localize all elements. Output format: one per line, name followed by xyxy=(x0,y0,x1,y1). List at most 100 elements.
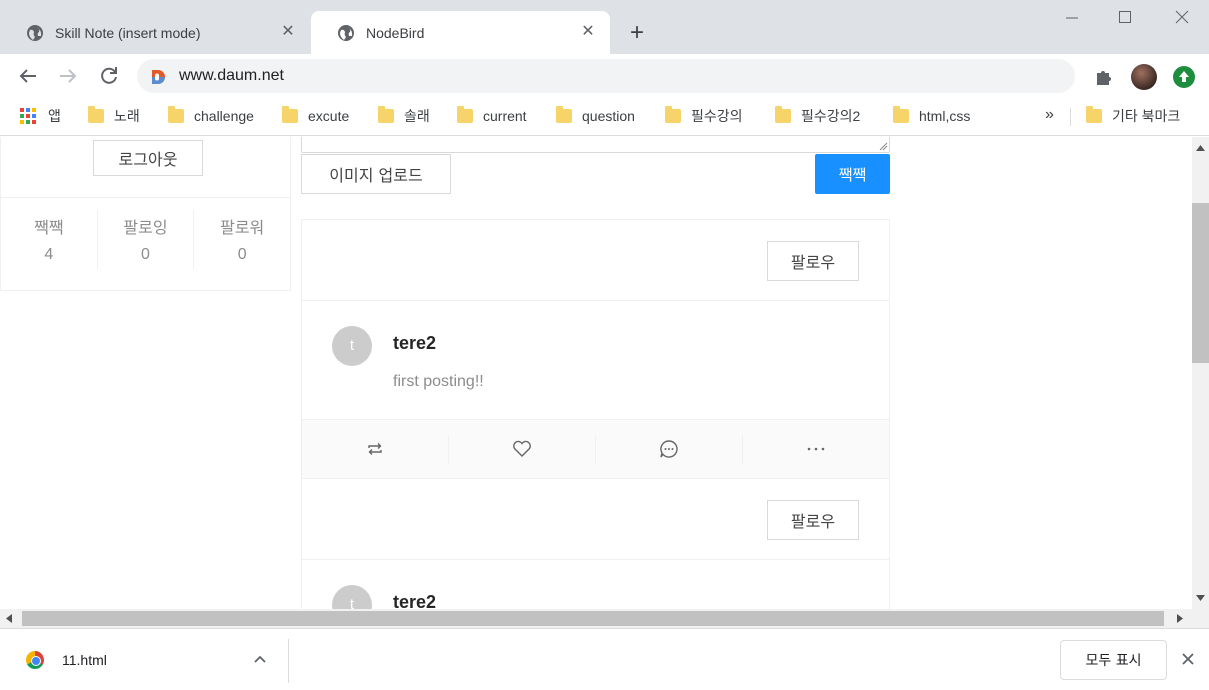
bookmark-label: 기타 북마크 xyxy=(1112,108,1181,124)
bookmark-label: question xyxy=(582,108,635,124)
browser-toolbar: www.daum.net xyxy=(0,54,1209,98)
profile-avatar[interactable] xyxy=(1131,64,1157,90)
bookmark-label: current xyxy=(483,108,527,124)
post-actions xyxy=(302,419,889,478)
follow-button[interactable]: 팔로우 xyxy=(767,500,859,540)
post-card-header: 팔로우 xyxy=(302,479,889,560)
stat-value: 4 xyxy=(44,246,54,263)
bookmark-folder[interactable]: 필수강의2 xyxy=(775,106,860,126)
post-card-body: t tere2 first posting!! xyxy=(302,301,889,419)
close-icon[interactable] xyxy=(1180,651,1196,667)
bookmark-label: 필수강의 xyxy=(691,108,743,124)
reload-icon[interactable] xyxy=(97,64,121,88)
minimize-icon[interactable] xyxy=(1062,10,1082,30)
bookmark-label: challenge xyxy=(194,108,254,124)
chevron-up-icon[interactable] xyxy=(252,651,268,667)
scroll-left-icon[interactable] xyxy=(6,614,12,623)
bookmark-folder[interactable]: excute xyxy=(282,106,349,126)
tab-strip: Skill Note (insert mode) ✕ NodeBird ✕ + xyxy=(0,0,1209,54)
bookmark-folder[interactable]: 솔래 xyxy=(378,106,430,126)
folder-icon xyxy=(378,106,394,123)
post-author: tere2 xyxy=(393,592,437,609)
vertical-scroll-thumb[interactable] xyxy=(1192,203,1209,363)
download-item[interactable]: 11.html xyxy=(26,651,107,669)
folder-icon xyxy=(168,106,184,123)
more-icon[interactable] xyxy=(743,435,889,463)
bookmark-folder[interactable]: challenge xyxy=(168,106,254,126)
resize-grip-icon[interactable] xyxy=(878,141,888,151)
bookmark-folder[interactable]: current xyxy=(457,106,527,126)
stat-value: 0 xyxy=(141,246,150,263)
bookmark-folder[interactable]: 노래 xyxy=(88,106,140,126)
retweet-icon[interactable] xyxy=(302,435,449,463)
globe-icon xyxy=(338,24,354,41)
address-bar[interactable]: www.daum.net xyxy=(137,59,1075,93)
bookmark-label: 솔래 xyxy=(404,108,430,124)
page-viewport: 로그아웃 짹짹 4 팔로잉 0 팔로워 0 이미지 업로드 짹짹 팔로우 t t… xyxy=(0,137,1192,609)
stat-label: 짹짹 xyxy=(34,218,64,237)
stat-label: 팔로워 xyxy=(220,218,265,237)
post-card: 팔로우 t tere2 xyxy=(301,479,890,609)
puzzle-icon[interactable] xyxy=(1093,66,1115,88)
tab-skill-note[interactable]: Skill Note (insert mode) ✕ xyxy=(0,11,310,54)
daum-logo-icon xyxy=(152,70,165,84)
update-icon[interactable] xyxy=(1173,66,1195,88)
chrome-icon xyxy=(26,651,44,669)
new-tab-icon[interactable]: + xyxy=(625,21,649,46)
horizontal-scroll-thumb[interactable] xyxy=(22,611,1164,626)
folder-icon xyxy=(457,106,473,123)
logout-button[interactable]: 로그아웃 xyxy=(93,140,203,176)
stat-followers: 팔로워 0 xyxy=(194,210,290,269)
scroll-down-icon[interactable] xyxy=(1196,595,1205,601)
post-card-body: t tere2 xyxy=(302,560,889,609)
show-all-button[interactable]: 모두 표시 xyxy=(1060,640,1167,680)
comment-icon[interactable] xyxy=(596,435,743,463)
tab-title: NodeBird xyxy=(366,24,425,41)
bookmark-folder[interactable]: 필수강의 xyxy=(665,106,743,126)
url-text: www.daum.net xyxy=(179,67,284,84)
bookmark-label: html,css xyxy=(919,108,971,124)
window-close-icon[interactable] xyxy=(1172,10,1192,30)
stat-label: 팔로잉 xyxy=(123,218,168,237)
folder-icon xyxy=(1086,106,1102,123)
bookmark-folder[interactable]: html,css xyxy=(893,106,970,126)
avatar[interactable]: t xyxy=(332,585,372,609)
avatar[interactable]: t xyxy=(332,326,372,366)
globe-icon xyxy=(27,24,43,41)
maximize-icon[interactable] xyxy=(1115,10,1135,30)
folder-icon xyxy=(775,106,791,123)
heart-icon[interactable] xyxy=(449,435,596,463)
follow-button[interactable]: 팔로우 xyxy=(767,241,859,281)
bookmark-folder[interactable]: question xyxy=(556,106,635,126)
post-card-header: 팔로우 xyxy=(302,220,889,301)
bookmark-label: 앱 xyxy=(48,108,61,124)
divider xyxy=(1070,108,1071,126)
apps-icon xyxy=(20,108,36,124)
bookmark-apps[interactable]: 앱 xyxy=(20,106,61,126)
scroll-up-icon[interactable] xyxy=(1196,145,1205,151)
post-content: first posting!! xyxy=(393,373,484,390)
bookmarks-overflow-button[interactable]: » xyxy=(1045,106,1054,124)
profile-card: 로그아웃 짹짹 4 팔로잉 0 팔로워 0 xyxy=(0,137,291,291)
close-icon[interactable]: ✕ xyxy=(280,24,296,40)
post-textarea[interactable] xyxy=(301,137,890,153)
post-card: 팔로우 t tere2 first posting!! xyxy=(301,219,890,479)
stat-value: 0 xyxy=(237,246,247,263)
bookmark-label: 노래 xyxy=(114,108,140,124)
bookmark-other-folder[interactable]: 기타 북마크 xyxy=(1086,106,1180,126)
scroll-right-icon[interactable] xyxy=(1177,614,1183,623)
stat-posts: 짹짹 4 xyxy=(1,210,98,269)
close-icon[interactable]: ✕ xyxy=(580,24,596,40)
forward-icon[interactable] xyxy=(56,64,80,88)
bookmarks-bar: 앱 노래 challenge excute 솔래 current questio… xyxy=(0,98,1209,136)
post-submit-button[interactable]: 짹짹 xyxy=(815,154,890,194)
tab-nodebird[interactable]: NodeBird ✕ xyxy=(311,11,610,54)
folder-icon xyxy=(556,106,572,123)
bookmark-label: excute xyxy=(308,108,350,124)
folder-icon xyxy=(893,106,909,123)
profile-stats: 짹짹 4 팔로잉 0 팔로워 0 xyxy=(1,197,290,281)
download-bar: 11.html 모두 표시 xyxy=(0,628,1209,690)
image-upload-button[interactable]: 이미지 업로드 xyxy=(301,154,451,194)
divider xyxy=(288,639,289,683)
back-icon[interactable] xyxy=(16,64,40,88)
